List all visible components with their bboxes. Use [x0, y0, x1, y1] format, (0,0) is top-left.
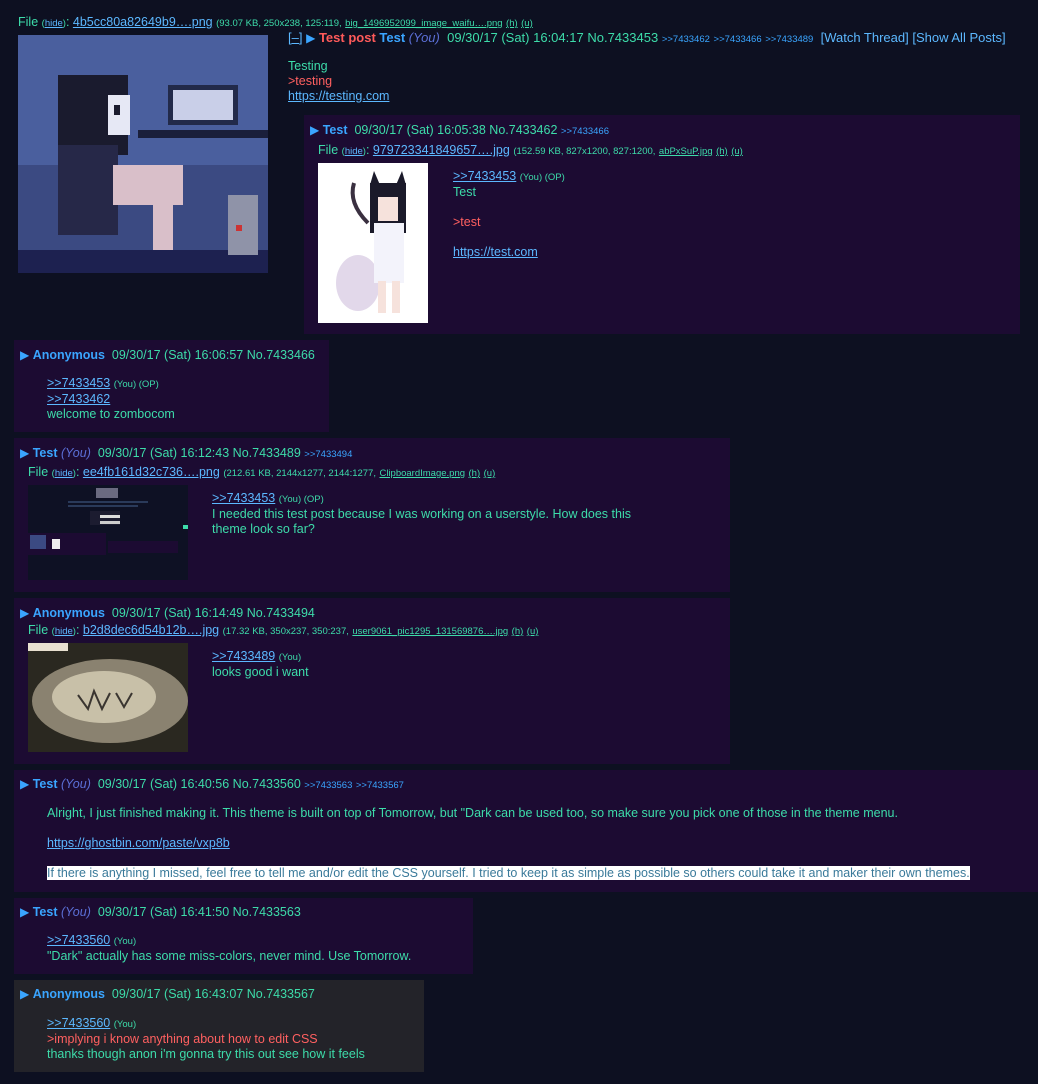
hide-link[interactable]: hide — [345, 146, 363, 157]
post-header: ▶ Test (You) 09/30/17 (Sat) 16:40:56 No.… — [20, 777, 404, 791]
quote-link[interactable]: >>7433453 — [47, 376, 110, 390]
post-no[interactable]: No.7433563 — [233, 905, 301, 919]
reply-post: ▶ Test 09/30/17 (Sat) 16:05:38 No.743346… — [304, 115, 1020, 334]
op-file-info: File (hide): 4b5cc80a82649b9….png (93.07… — [18, 15, 533, 29]
quote-link[interactable]: >>7433453 — [453, 169, 516, 183]
quote-link[interactable]: >>7433453 — [212, 491, 275, 505]
external-link[interactable]: https://test.com — [453, 245, 538, 259]
op-filename-link[interactable]: 4b5cc80a82649b9….png — [73, 15, 213, 29]
anime-girl-image — [318, 163, 428, 323]
reply-post: ▶ Anonymous 09/30/17 (Sat) 16:43:07 No.7… — [14, 980, 424, 1072]
op-h-link[interactable]: (h) — [506, 18, 518, 29]
greentext: >test — [453, 215, 481, 229]
op-subject: Test post — [318, 30, 376, 45]
photo-image — [28, 643, 188, 752]
collapse-button[interactable]: [–] — [288, 30, 302, 45]
filename-link[interactable]: ee4fb161d32c736….png — [83, 465, 220, 479]
post-menu-icon[interactable]: ▶ — [310, 123, 319, 137]
quote-link[interactable]: >>7433560 — [47, 1016, 110, 1030]
post-menu-icon[interactable]: ▶ — [20, 777, 29, 791]
external-link[interactable]: https://testing.com — [288, 89, 389, 103]
orig-name-link[interactable]: ClipboardImage.png — [379, 468, 465, 479]
post-no[interactable]: No.7433560 — [233, 777, 301, 791]
filename-link[interactable]: 979723341849657….jpg — [373, 143, 510, 157]
op-u-link[interactable]: (u) — [521, 18, 533, 29]
post-header: ▶ Test (You) 09/30/17 (Sat) 16:41:50 No.… — [20, 905, 301, 919]
backlink[interactable]: >>7433563 — [304, 780, 352, 791]
reply-post: ▶ Anonymous 09/30/17 (Sat) 16:14:49 No.7… — [14, 598, 730, 764]
post-thumbnail[interactable] — [28, 643, 188, 752]
post-no[interactable]: No.7433567 — [247, 987, 315, 1001]
screenshot-image — [28, 485, 188, 580]
pixel-art-image — [18, 35, 268, 273]
post-message: >>7433489 (You) looks good i want — [212, 649, 309, 679]
quote-link[interactable]: >>7433462 — [47, 392, 110, 406]
post-header: ▶ Anonymous 09/30/17 (Sat) 16:43:07 No.7… — [20, 987, 315, 1001]
post-menu-icon[interactable]: ▶ — [20, 987, 29, 1001]
post-menu-icon[interactable]: ▶ — [20, 905, 29, 919]
op-backlink[interactable]: >>7433466 — [714, 34, 762, 45]
op-hide-link[interactable]: hide — [45, 18, 63, 29]
filename-link[interactable]: b2d8dec6d54b12b….jpg — [83, 623, 219, 637]
post-header: ▶ Test 09/30/17 (Sat) 16:05:38 No.743346… — [310, 123, 609, 137]
op-orig-name-link[interactable]: big_1496952099_image_waifu….png — [345, 18, 502, 29]
file-info: File (hide): b2d8dec6d54b12b….jpg (17.32… — [28, 623, 539, 637]
orig-name-link[interactable]: user9061_pic1295_131569876….jpg — [352, 626, 508, 637]
hide-link[interactable]: hide — [55, 468, 73, 479]
show-all-posts-link[interactable]: [Show All Posts] — [912, 30, 1005, 45]
post-menu-icon[interactable]: ▶ — [306, 31, 315, 45]
file-info: File (hide): ee4fb161d32c736….png (212.6… — [28, 465, 496, 479]
hide-link[interactable]: hide — [55, 626, 73, 637]
op-thumbnail[interactable] — [18, 35, 268, 273]
backlink[interactable]: >>7433567 — [356, 780, 404, 791]
watch-thread-link[interactable]: [Watch Thread] — [821, 30, 909, 45]
reply-post: ▶ Test (You) 09/30/17 (Sat) 16:12:43 No.… — [14, 438, 730, 592]
op-message: Testing >testing https://testing.com — [288, 59, 390, 103]
post-menu-icon[interactable]: ▶ — [20, 348, 29, 362]
op-post-no[interactable]: No.7433453 — [587, 30, 658, 45]
op-name: Test — [379, 30, 406, 45]
post-header: ▶ Anonymous 09/30/17 (Sat) 16:14:49 No.7… — [20, 606, 315, 620]
greentext: >testing — [288, 74, 333, 88]
post-message: >>7433453 (You) (OP) Test >test https://… — [453, 169, 565, 259]
post-menu-icon[interactable]: ▶ — [20, 606, 29, 620]
reply-post: ▶ Anonymous 09/30/17 (Sat) 16:06:57 No.7… — [14, 340, 329, 432]
post-no[interactable]: No.7433494 — [247, 606, 315, 620]
post-message: >>7433560 (You) "Dark" actually has some… — [47, 933, 412, 963]
file-info: File (hide): 979723341849657….jpg (152.5… — [318, 143, 743, 157]
op-date: 09/30/17 (Sat) 16:04:17 — [447, 30, 584, 45]
post-thumbnail[interactable] — [28, 485, 188, 580]
post-message: Alright, I just finished making it. This… — [47, 806, 970, 880]
post-no[interactable]: No.7433489 — [233, 446, 301, 460]
post-no[interactable]: No.7433462 — [489, 123, 557, 137]
reply-post: ▶ Test (You) 09/30/17 (Sat) 16:41:50 No.… — [14, 898, 473, 974]
orig-name-link[interactable]: abPxSuP.jpg — [659, 146, 713, 157]
reply-post: ▶ Test (You) 09/30/17 (Sat) 16:40:56 No.… — [14, 770, 1038, 892]
post-thumbnail[interactable] — [318, 163, 428, 323]
post-message: >>7433453 (You) (OP) I needed this test … — [212, 491, 631, 536]
post-header: ▶ Anonymous 09/30/17 (Sat) 16:06:57 No.7… — [20, 348, 315, 362]
op-you: (You) — [408, 30, 440, 45]
greentext: >implying i know anything about how to e… — [47, 1032, 318, 1046]
backlink[interactable]: >>7433494 — [304, 449, 352, 460]
op-backlink[interactable]: >>7433462 — [662, 34, 710, 45]
backlink[interactable]: >>7433466 — [561, 126, 609, 137]
quote-link[interactable]: >>7433560 — [47, 933, 110, 947]
post-message: >>7433560 (You) >implying i know anythin… — [47, 1016, 365, 1061]
external-link[interactable]: https://ghostbin.com/paste/vxp8b — [47, 836, 230, 850]
op-header: [–] ▶ Test post Test (You) 09/30/17 (Sat… — [288, 30, 1006, 45]
post-message: >>7433453 (You) (OP) >>7433462 welcome t… — [47, 376, 175, 421]
post-header: ▶ Test (You) 09/30/17 (Sat) 16:12:43 No.… — [20, 446, 353, 460]
post-menu-icon[interactable]: ▶ — [20, 446, 29, 460]
highlighted-text[interactable]: If there is anything I missed, feel free… — [47, 866, 970, 880]
post-no[interactable]: No.7433466 — [247, 348, 315, 362]
quote-link[interactable]: >>7433489 — [212, 649, 275, 663]
op-backlink[interactable]: >>7433489 — [765, 34, 813, 45]
